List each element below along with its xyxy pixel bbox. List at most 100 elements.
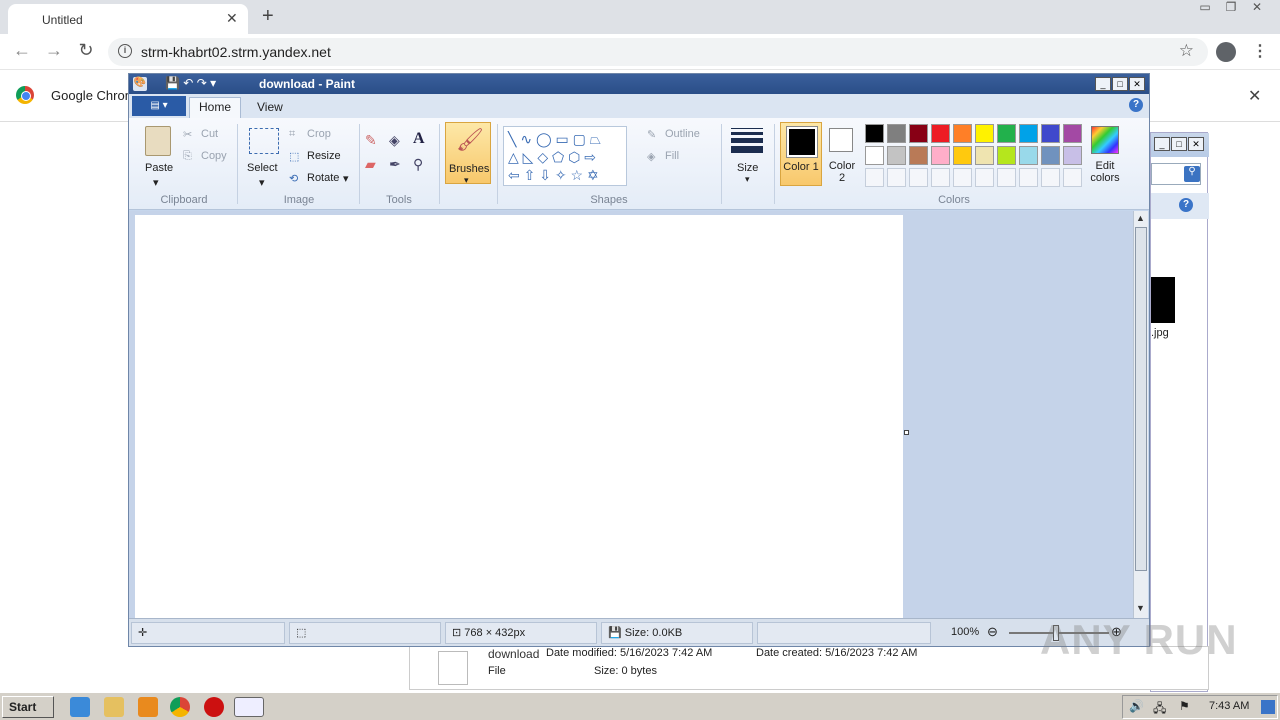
color-swatch[interactable] (997, 168, 1016, 187)
restore-icon[interactable]: ❐ (1218, 0, 1244, 18)
paste-button[interactable]: Paste (145, 162, 173, 174)
color-swatch[interactable] (865, 168, 884, 187)
bookmark-star-icon[interactable]: ☆ (1179, 41, 1194, 61)
four-point-star-icon[interactable]: ✧ (555, 167, 567, 183)
diamond-shape-icon[interactable]: ◇ (537, 149, 548, 165)
resize-button[interactable]: Resize (307, 150, 341, 162)
tab-view[interactable]: View (257, 100, 283, 114)
color-swatch[interactable] (1041, 168, 1060, 187)
magnifier-icon[interactable]: ⚲ (413, 156, 423, 173)
rotate-dropdown-icon[interactable]: ▾ (343, 172, 349, 185)
color-swatch[interactable] (1019, 168, 1038, 187)
color-swatch[interactable] (1041, 146, 1060, 165)
color-swatch[interactable] (887, 146, 906, 165)
zoom-out-icon[interactable]: ⊖ (987, 624, 998, 640)
copy-button[interactable]: Copy (201, 150, 227, 162)
outline-button[interactable]: Outline (665, 128, 700, 140)
color-swatch[interactable] (909, 124, 928, 143)
info-icon[interactable]: i (118, 44, 132, 58)
color-swatch[interactable] (997, 124, 1016, 143)
explorer-search-input[interactable]: ⚲ (1151, 163, 1201, 185)
right-arrow-shape-icon[interactable]: ⇨ (584, 149, 596, 165)
tab-home[interactable]: Home (189, 97, 241, 118)
start-button[interactable]: Start (2, 696, 54, 718)
brushes-button[interactable]: 🖌 Brushes ▾ (445, 122, 491, 185)
fill-bucket-icon[interactable]: ◈ (389, 132, 400, 149)
chrome-icon[interactable] (170, 697, 190, 717)
curve-shape-icon[interactable]: ∿ (520, 131, 532, 147)
close-icon[interactable]: ✕ (1188, 137, 1204, 151)
color-swatch[interactable] (1019, 146, 1038, 165)
save-icon[interactable]: 💾 (165, 76, 180, 90)
minimize-icon[interactable]: ▭ (1192, 0, 1218, 18)
canvas-resize-handle[interactable] (904, 430, 909, 435)
clipboard-icon[interactable] (145, 126, 171, 156)
color-swatch[interactable] (909, 146, 928, 165)
color-swatch[interactable] (1041, 124, 1060, 143)
color-swatch[interactable] (931, 124, 950, 143)
color-picker-icon[interactable]: ✒ (389, 156, 401, 173)
file-name-label[interactable]: .jpg (1151, 327, 1169, 339)
oval-shape-icon[interactable]: ◯ (536, 131, 552, 147)
fill-button[interactable]: Fill (665, 150, 679, 162)
reload-icon[interactable]: ↻ (74, 40, 98, 61)
color-swatch[interactable] (1019, 124, 1038, 143)
color-swatch[interactable] (909, 168, 928, 187)
color2-button[interactable]: Color 2 (825, 122, 861, 186)
color1-button[interactable]: Color 1 (780, 122, 822, 186)
edit-colors-button[interactable]: Edit colors (1085, 122, 1125, 186)
help-icon[interactable]: ? (1179, 198, 1193, 212)
scroll-thumb[interactable] (1135, 227, 1147, 571)
color-swatch[interactable] (975, 168, 994, 187)
color-swatch[interactable] (1063, 146, 1082, 165)
clock[interactable]: 7:43 AM (1209, 700, 1249, 712)
back-icon[interactable]: ← (10, 40, 34, 61)
info-bar-close-icon[interactable]: ✕ (1248, 86, 1261, 106)
undo-icon[interactable]: ↶ (183, 76, 193, 90)
polygon-shape-icon[interactable]: ⏢ (590, 131, 601, 147)
triangle-shape-icon[interactable]: △ (508, 149, 519, 165)
down-arrow-shape-icon[interactable]: ⇩ (539, 167, 551, 183)
maximize-icon[interactable]: □ (1171, 137, 1187, 151)
paint-menu-button[interactable]: ▤ ▾ (132, 96, 186, 116)
paint-task-icon[interactable] (234, 697, 264, 717)
color-swatch[interactable] (953, 146, 972, 165)
size-button[interactable]: Size (737, 162, 758, 174)
color-swatch[interactable] (865, 124, 884, 143)
color-swatch[interactable] (997, 146, 1016, 165)
left-arrow-shape-icon[interactable]: ⇦ (508, 167, 520, 183)
up-arrow-shape-icon[interactable]: ⇧ (524, 167, 536, 183)
hexagon-shape-icon[interactable]: ⬡ (568, 149, 580, 165)
text-tool-icon[interactable]: A (413, 130, 425, 148)
line-shape-icon[interactable]: ╲ (508, 131, 516, 147)
shapes-gallery[interactable]: ╲ ∿ ◯ ▭ ▢ ⏢ △ ◺ ◇ ⬠ ⬡ ⇨ ⇦ ⇧ ⇩ ✧ ☆ ✡ (503, 126, 627, 186)
eraser-icon[interactable]: ▰ (365, 156, 376, 173)
color-swatch[interactable] (953, 124, 972, 143)
color-swatch[interactable] (887, 124, 906, 143)
close-icon[interactable]: ✕ (1244, 0, 1270, 18)
cut-button[interactable]: Cut (201, 128, 218, 140)
color-swatch[interactable] (931, 146, 950, 165)
ie-icon[interactable] (70, 697, 90, 717)
maximize-icon[interactable]: □ (1112, 77, 1128, 91)
color-swatch[interactable] (1063, 124, 1082, 143)
crop-button[interactable]: Crop (307, 128, 331, 140)
minimize-icon[interactable]: _ (1154, 137, 1170, 151)
rounded-rect-shape-icon[interactable]: ▢ (573, 131, 586, 147)
paste-dropdown-icon[interactable]: ▾ (153, 176, 159, 189)
opera-icon[interactable] (204, 697, 224, 717)
select-icon[interactable] (249, 128, 279, 154)
new-tab-icon[interactable]: + (262, 5, 274, 28)
color-swatch[interactable] (1063, 168, 1082, 187)
explorer-icon[interactable] (104, 697, 124, 717)
pentagon-shape-icon[interactable]: ⬠ (552, 149, 564, 165)
paint-app-icon[interactable]: 🎨 (133, 77, 147, 91)
color-swatch[interactable] (953, 168, 972, 187)
color-swatch[interactable] (865, 146, 884, 165)
vertical-scrollbar[interactable]: ▲ ▼ (1133, 211, 1148, 618)
show-desktop-icon[interactable] (1261, 700, 1275, 714)
customize-qat-icon[interactable]: ▾ (210, 76, 216, 90)
browser-tab[interactable]: Untitled ✕ (8, 4, 248, 34)
rectangle-shape-icon[interactable]: ▭ (556, 131, 569, 147)
menu-icon[interactable]: ⋮ (1252, 41, 1268, 61)
